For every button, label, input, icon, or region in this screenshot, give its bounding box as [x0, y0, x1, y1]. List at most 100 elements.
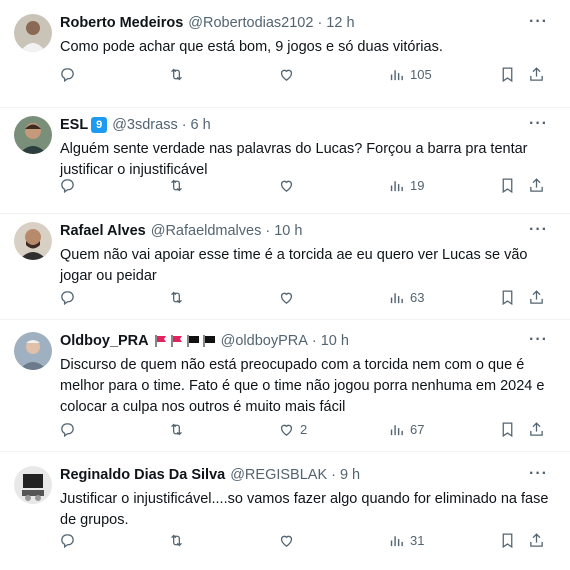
user-handle[interactable]: @REGISBLAK	[230, 467, 327, 483]
like-count: 2	[300, 422, 308, 437]
timestamp[interactable]: 9 h	[340, 467, 360, 483]
share-button[interactable]	[528, 289, 545, 306]
user-handle[interactable]: @Robertodias2102	[188, 15, 313, 31]
like-button[interactable]	[278, 177, 300, 194]
tweet[interactable]: Rafael Alves @Rafaeldmalves · 10 h ··· Q…	[0, 208, 570, 320]
reply-button[interactable]	[59, 177, 81, 194]
views-button[interactable]: 67	[388, 421, 424, 438]
views-icon	[388, 177, 405, 194]
display-name[interactable]: Rafael Alves	[60, 223, 146, 239]
reply-button[interactable]	[59, 532, 81, 549]
views-count: 63	[410, 290, 425, 305]
avatar[interactable]	[14, 332, 52, 370]
separator: ·	[265, 223, 271, 239]
bookmark-button[interactable]	[499, 177, 516, 194]
avatar[interactable]	[14, 466, 52, 504]
views-button[interactable]: 19	[388, 177, 424, 194]
views-icon	[388, 421, 405, 438]
retweet-button[interactable]	[168, 421, 190, 438]
separator: ·	[317, 15, 323, 31]
user-handle[interactable]: @oldboyPRA	[221, 333, 308, 349]
tweet-text: Como pode achar que está bom, 9 jogos e …	[60, 39, 443, 55]
retweet-icon	[168, 66, 185, 83]
display-name[interactable]: Roberto Medeiros	[60, 15, 183, 31]
verified-badge: 9	[91, 117, 108, 133]
reply-icon	[59, 532, 76, 549]
display-name[interactable]: Oldboy_PRA	[60, 333, 149, 349]
tweet-header: Reginaldo Dias Da Silva @REGISBLAK · 9 h	[60, 467, 530, 483]
views-button[interactable]: 31	[388, 532, 424, 549]
avatar[interactable]	[14, 116, 52, 154]
reply-button[interactable]	[59, 289, 81, 306]
retweet-icon	[168, 532, 185, 549]
tweet-header: ESL 9 @3sdrass · 6 h	[60, 117, 530, 133]
bookmark-icon	[499, 532, 516, 549]
tweet-header: Roberto Medeiros @Robertodias2102 · 12 h	[60, 15, 530, 31]
tweet-text: Justificar o injustificável....so vamos …	[60, 491, 549, 528]
display-name[interactable]: ESL	[60, 117, 88, 133]
share-icon	[528, 532, 545, 549]
tweet-text: Quem não vai apoiar esse time é a torcid…	[60, 247, 528, 284]
reply-button[interactable]	[59, 421, 81, 438]
like-icon	[278, 532, 295, 549]
name-flags	[154, 334, 216, 348]
share-icon	[528, 66, 545, 83]
avatar[interactable]	[14, 222, 52, 260]
views-icon	[388, 289, 405, 306]
action-bar: 63	[0, 289, 570, 311]
share-button[interactable]	[528, 66, 545, 83]
timestamp[interactable]: 6 h	[191, 117, 211, 133]
more-icon[interactable]: ···	[529, 465, 548, 483]
red-flag-icon	[154, 334, 168, 348]
views-button[interactable]: 63	[388, 289, 424, 306]
timestamp[interactable]: 12 h	[326, 15, 354, 31]
views-icon	[388, 532, 405, 549]
tweet[interactable]: Roberto Medeiros @Robertodias2102 · 12 h…	[0, 0, 570, 108]
share-button[interactable]	[528, 532, 545, 549]
action-bar: 19	[0, 177, 570, 199]
tweet[interactable]: Oldboy_PRA @oldboyPRA · 10 h ··· Discurs…	[0, 318, 570, 452]
tweet[interactable]: ESL 9 @3sdrass · 6 h ··· Alguém sente ve…	[0, 102, 570, 214]
bookmark-button[interactable]	[499, 289, 516, 306]
views-count: 19	[410, 178, 425, 193]
views-button[interactable]: 105	[388, 66, 432, 83]
avatar[interactable]	[14, 14, 52, 52]
like-button[interactable]	[278, 289, 300, 306]
retweet-button[interactable]	[168, 177, 190, 194]
like-button[interactable]	[278, 532, 300, 549]
reply-icon	[59, 177, 76, 194]
share-button[interactable]	[528, 177, 545, 194]
reply-button[interactable]	[59, 66, 81, 83]
bookmark-button[interactable]	[499, 532, 516, 549]
bookmark-button[interactable]	[499, 66, 516, 83]
share-icon	[528, 421, 545, 438]
bookmark-button[interactable]	[499, 421, 516, 438]
separator: ·	[331, 467, 336, 483]
retweet-icon	[168, 421, 185, 438]
retweet-button[interactable]	[168, 532, 190, 549]
views-count: 31	[410, 533, 425, 548]
retweet-icon	[168, 177, 185, 194]
tweet-text: Alguém sente verdade nas palavras do Luc…	[60, 141, 528, 178]
more-icon[interactable]: ···	[529, 221, 548, 239]
black-flag-icon	[186, 334, 200, 348]
like-button[interactable]: 2	[278, 421, 307, 438]
timestamp[interactable]: 10 h	[321, 333, 349, 349]
tweet[interactable]: Reginaldo Dias Da Silva @REGISBLAK · 9 h…	[0, 452, 570, 570]
like-button[interactable]	[278, 66, 300, 83]
tweet-header: Rafael Alves @Rafaeldmalves · 10 h	[60, 223, 530, 239]
tweet-text: Discurso de quem não está preocupado com…	[60, 357, 545, 415]
user-handle[interactable]: @Rafaeldmalves	[151, 223, 262, 239]
retweet-button[interactable]	[168, 66, 190, 83]
red-flag-icon	[170, 334, 184, 348]
timestamp[interactable]: 10 h	[274, 223, 302, 239]
share-icon	[528, 177, 545, 194]
more-icon[interactable]: ···	[529, 331, 548, 349]
more-icon[interactable]: ···	[529, 115, 548, 133]
share-button[interactable]	[528, 421, 545, 438]
retweet-button[interactable]	[168, 289, 190, 306]
user-handle[interactable]: @3sdrass	[112, 117, 178, 133]
more-icon[interactable]: ···	[529, 13, 548, 31]
display-name[interactable]: Reginaldo Dias Da Silva	[60, 467, 225, 483]
bookmark-icon	[499, 66, 516, 83]
